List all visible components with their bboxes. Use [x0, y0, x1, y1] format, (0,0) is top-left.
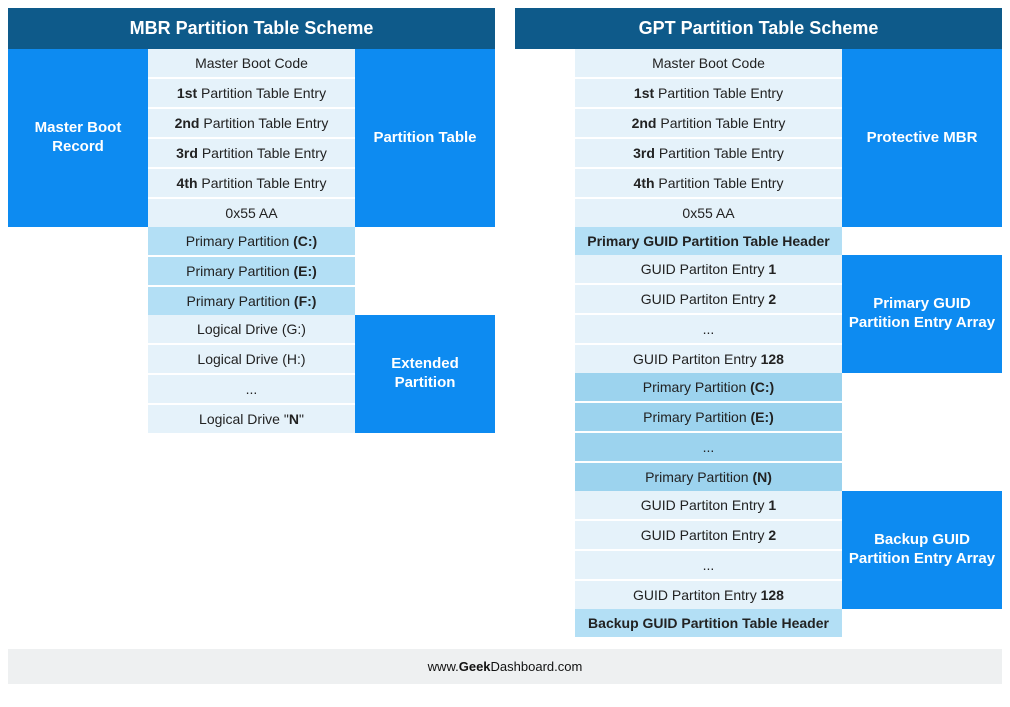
spacer	[8, 227, 148, 315]
gpt-row: Backup GUID Partition Table Header	[575, 609, 842, 637]
gpt-row: GUID Partiton Entry 128	[575, 345, 842, 373]
gpt-row: ...	[575, 433, 842, 463]
mbr-right-label-1: Partition Table	[355, 49, 495, 227]
gpt-row: 0x55 AA	[575, 199, 842, 227]
diagram-container: MBR Partition Table Scheme Master Boot R…	[8, 8, 1002, 637]
gpt-cells-h1: Primary GUID Partition Table Header	[575, 227, 842, 255]
gpt-row: Master Boot Code	[575, 49, 842, 79]
spacer	[515, 609, 575, 637]
mbr-row: Logical Drive (H:)	[148, 345, 355, 375]
gpt-row: GUID Partiton Entry 128	[575, 581, 842, 609]
gpt-cells-4: GUID Partiton Entry 1 GUID Partiton Entr…	[575, 491, 842, 609]
mbr-row: 4th Partition Table Entry	[148, 169, 355, 199]
spacer	[842, 373, 1002, 491]
gpt-cells-3: Primary Partition (C:) Primary Partition…	[575, 373, 842, 491]
mbr-row: Primary Partition (F:)	[148, 287, 355, 315]
gpt-row: GUID Partiton Entry 1	[575, 491, 842, 521]
gpt-row: Primary Partition (C:)	[575, 373, 842, 403]
spacer	[842, 609, 1002, 637]
spacer	[8, 315, 148, 433]
gpt-row: Primary GUID Partition Table Header	[575, 227, 842, 255]
gpt-band-2: GUID Partiton Entry 1 GUID Partiton Entr…	[515, 255, 1002, 373]
gpt-row: GUID Partiton Entry 2	[575, 521, 842, 551]
gpt-row: Primary Partition (N)	[575, 463, 842, 491]
gpt-right-label-2: Primary GUID Partition Entry Array	[842, 255, 1002, 373]
mbr-cells-3: Logical Drive (G:) Logical Drive (H:) ..…	[148, 315, 355, 433]
spacer	[515, 255, 575, 373]
gpt-right-label-1: Protective MBR	[842, 49, 1002, 227]
gpt-column: GPT Partition Table Scheme Master Boot C…	[515, 8, 1002, 637]
mbr-row: Primary Partition (E:)	[148, 257, 355, 287]
gpt-title: GPT Partition Table Scheme	[515, 8, 1002, 49]
mbr-row: Logical Drive (G:)	[148, 315, 355, 345]
mbr-cells-2: Primary Partition (C:) Primary Partition…	[148, 227, 355, 315]
spacer	[355, 227, 495, 315]
mbr-band-1: Master Boot Record Master Boot Code 1st …	[8, 49, 495, 227]
gpt-band-3: Primary Partition (C:) Primary Partition…	[515, 373, 1002, 491]
footer-credit: www.GeekDashboard.com	[8, 649, 1002, 684]
mbr-row: 0x55 AA	[148, 199, 355, 227]
gpt-cells-1: Master Boot Code 1st Partition Table Ent…	[575, 49, 842, 227]
mbr-band-2: Primary Partition (C:) Primary Partition…	[8, 227, 495, 315]
mbr-right-label-2: Extended Partition	[355, 315, 495, 433]
spacer	[515, 373, 575, 491]
gpt-band-1: Master Boot Code 1st Partition Table Ent…	[515, 49, 1002, 227]
mbr-row: ...	[148, 375, 355, 405]
mbr-row: Primary Partition (C:)	[148, 227, 355, 257]
mbr-band-3: Logical Drive (G:) Logical Drive (H:) ..…	[8, 315, 495, 433]
gpt-band-header1: Primary GUID Partition Table Header	[515, 227, 1002, 255]
gpt-cells-2: GUID Partiton Entry 1 GUID Partiton Entr…	[575, 255, 842, 373]
gpt-row: 3rd Partition Table Entry	[575, 139, 842, 169]
mbr-row: 1st Partition Table Entry	[148, 79, 355, 109]
gpt-row: ...	[575, 315, 842, 345]
gpt-row: GUID Partiton Entry 2	[575, 285, 842, 315]
gpt-row: 1st Partition Table Entry	[575, 79, 842, 109]
spacer	[842, 227, 1002, 255]
gpt-right-label-3: Backup GUID Partition Entry Array	[842, 491, 1002, 609]
mbr-column: MBR Partition Table Scheme Master Boot R…	[8, 8, 495, 433]
spacer	[515, 227, 575, 255]
gpt-cells-h2: Backup GUID Partition Table Header	[575, 609, 842, 637]
mbr-row: Logical Drive "N"	[148, 405, 355, 433]
mbr-row: Master Boot Code	[148, 49, 355, 79]
mbr-cells-1: Master Boot Code 1st Partition Table Ent…	[148, 49, 355, 227]
mbr-row: 2nd Partition Table Entry	[148, 109, 355, 139]
spacer	[515, 49, 575, 227]
mbr-row: 3rd Partition Table Entry	[148, 139, 355, 169]
gpt-row: ...	[575, 551, 842, 581]
gpt-row: 2nd Partition Table Entry	[575, 109, 842, 139]
mbr-title: MBR Partition Table Scheme	[8, 8, 495, 49]
gpt-band-header2: Backup GUID Partition Table Header	[515, 609, 1002, 637]
gpt-row: GUID Partiton Entry 1	[575, 255, 842, 285]
gpt-band-4: GUID Partiton Entry 1 GUID Partiton Entr…	[515, 491, 1002, 609]
gpt-row: Primary Partition (E:)	[575, 403, 842, 433]
gpt-row: 4th Partition Table Entry	[575, 169, 842, 199]
spacer	[515, 491, 575, 609]
mbr-left-label: Master Boot Record	[8, 49, 148, 227]
